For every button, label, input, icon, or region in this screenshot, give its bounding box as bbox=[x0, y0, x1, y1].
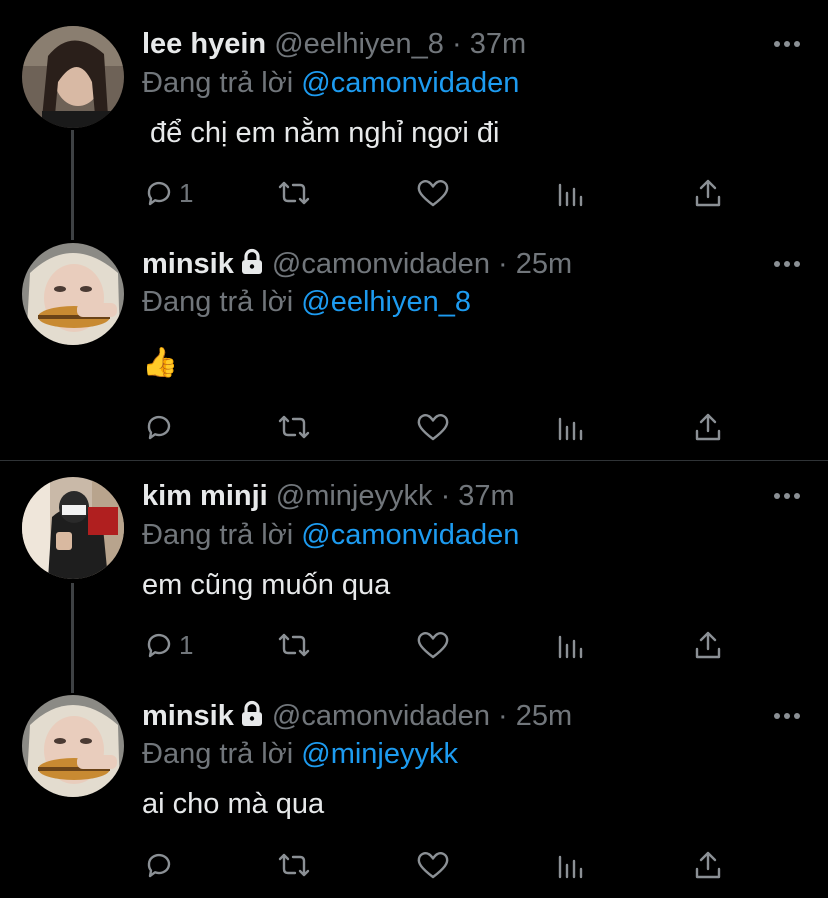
share-icon bbox=[695, 179, 721, 207]
heart-icon bbox=[417, 414, 449, 441]
display-name[interactable]: lee hyein bbox=[142, 28, 266, 60]
more-icon[interactable] bbox=[774, 713, 800, 721]
action-bar bbox=[140, 847, 740, 883]
share-button[interactable] bbox=[692, 847, 724, 883]
analytics-icon bbox=[558, 183, 583, 207]
more-icon[interactable] bbox=[774, 41, 800, 49]
retweet-button[interactable] bbox=[276, 627, 312, 663]
retweet-button[interactable] bbox=[276, 409, 312, 445]
mention-link[interactable]: @eelhiyen_8 bbox=[301, 286, 471, 318]
action-bar: 1 bbox=[140, 627, 740, 663]
avatar[interactable] bbox=[22, 243, 124, 345]
like-button[interactable] bbox=[416, 175, 450, 211]
share-button[interactable] bbox=[692, 409, 724, 445]
share-button[interactable] bbox=[692, 627, 724, 663]
tweet-text: để chị em nằm nghỉ ngơi đi bbox=[150, 117, 500, 149]
avatar[interactable] bbox=[22, 695, 124, 797]
more-icon[interactable] bbox=[774, 261, 800, 269]
like-button[interactable] bbox=[416, 409, 450, 445]
user-handle[interactable]: @camonvidaden bbox=[272, 700, 490, 732]
replying-to: Đang trả lời @camonvidaden bbox=[142, 67, 520, 99]
avatar[interactable] bbox=[22, 477, 124, 579]
user-handle[interactable]: @camonvidaden bbox=[272, 248, 490, 280]
replying-to: Đang trả lời @minjeyykk bbox=[142, 738, 459, 770]
reply-button[interactable]: 1 bbox=[143, 175, 193, 211]
analytics-icon bbox=[558, 855, 583, 879]
views-button[interactable] bbox=[555, 175, 587, 211]
timestamp[interactable]: · 25m bbox=[498, 700, 572, 732]
tweet-text: 👍 bbox=[142, 347, 179, 379]
tweet-text: em cũng muốn qua bbox=[142, 569, 391, 601]
thread-line bbox=[71, 583, 74, 693]
share-button[interactable] bbox=[692, 175, 724, 211]
analytics-icon bbox=[558, 635, 583, 659]
avatar[interactable] bbox=[22, 26, 124, 128]
user-handle[interactable]: @minjeyykk bbox=[276, 480, 433, 512]
views-button[interactable] bbox=[555, 627, 587, 663]
reply-icon bbox=[147, 415, 171, 440]
timestamp[interactable]: · 25m bbox=[498, 248, 572, 280]
share-icon bbox=[695, 413, 721, 441]
retweet-icon bbox=[278, 633, 310, 657]
reply-icon bbox=[147, 181, 171, 206]
retweet-icon bbox=[278, 853, 310, 877]
mention-link[interactable]: @camonvidaden bbox=[301, 519, 519, 551]
display-name[interactable]: kim minji bbox=[142, 480, 268, 512]
reply-button[interactable] bbox=[143, 847, 179, 883]
like-button[interactable] bbox=[416, 847, 450, 883]
mention-link[interactable]: @camonvidaden bbox=[301, 67, 519, 99]
share-icon bbox=[695, 851, 721, 879]
views-button[interactable] bbox=[555, 847, 587, 883]
share-icon bbox=[695, 631, 721, 659]
reply-button[interactable] bbox=[143, 409, 179, 445]
lock-icon bbox=[238, 248, 266, 285]
reply-count: 1 bbox=[179, 177, 194, 208]
user-handle[interactable]: @eelhiyen_8 bbox=[274, 28, 444, 60]
retweet-button[interactable] bbox=[276, 847, 312, 883]
views-button[interactable] bbox=[555, 409, 587, 445]
analytics-icon bbox=[558, 417, 583, 441]
action-bar bbox=[140, 409, 740, 445]
timestamp[interactable]: · 37m bbox=[441, 480, 515, 512]
thread-line bbox=[71, 130, 74, 240]
replying-to: Đang trả lời @camonvidaden bbox=[142, 519, 520, 551]
heart-icon bbox=[417, 632, 449, 659]
retweet-button[interactable] bbox=[276, 175, 312, 211]
retweet-icon bbox=[278, 181, 310, 205]
action-bar: 1 bbox=[140, 175, 740, 211]
retweet-icon bbox=[278, 415, 310, 439]
thread-divider bbox=[0, 460, 828, 461]
reply-icon bbox=[147, 633, 171, 658]
replying-to: Đang trả lời @eelhiyen_8 bbox=[142, 286, 471, 318]
like-button[interactable] bbox=[416, 627, 450, 663]
reply-count: 1 bbox=[179, 629, 194, 660]
display-name[interactable]: minsik bbox=[142, 248, 234, 280]
display-name[interactable]: minsik bbox=[142, 700, 234, 732]
mention-link[interactable]: @minjeyykk bbox=[301, 738, 458, 770]
reply-icon bbox=[147, 853, 171, 878]
reply-button[interactable]: 1 bbox=[143, 627, 193, 663]
lock-icon bbox=[238, 700, 266, 737]
heart-icon bbox=[417, 852, 449, 879]
more-icon[interactable] bbox=[774, 493, 800, 501]
timestamp[interactable]: · 37m bbox=[452, 28, 526, 60]
heart-icon bbox=[417, 180, 449, 207]
tweet-text: ai cho mà qua bbox=[142, 788, 325, 820]
